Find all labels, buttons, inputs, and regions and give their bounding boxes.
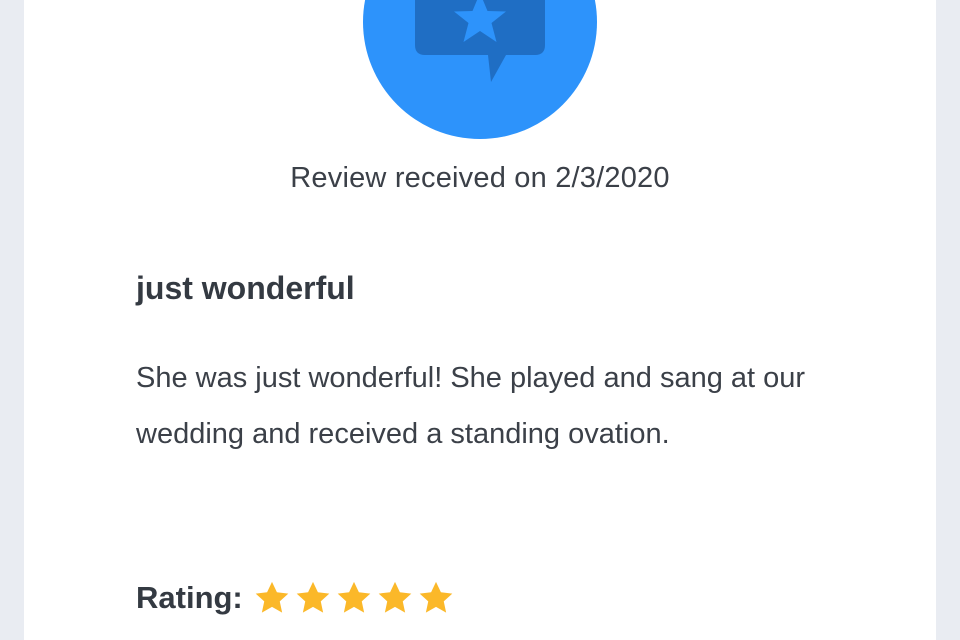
review-badge <box>363 0 597 139</box>
rating-label: Rating: <box>136 580 243 615</box>
star-icon <box>253 579 291 617</box>
review-body: She was just wonderful! She played and s… <box>136 362 806 450</box>
review-received-date: Review received on 2/3/2020 <box>290 162 670 194</box>
rating-stars <box>253 579 458 617</box>
star-icon <box>417 579 455 617</box>
rating-row: Rating: <box>136 574 458 622</box>
review-card: Review received on 2/3/2020 just wonderf… <box>24 0 936 640</box>
star-icon <box>376 579 414 617</box>
review-title: just wonderful <box>136 270 355 306</box>
speech-bubble-star-icon <box>415 0 545 82</box>
star-icon <box>335 579 373 617</box>
star-icon <box>294 579 332 617</box>
